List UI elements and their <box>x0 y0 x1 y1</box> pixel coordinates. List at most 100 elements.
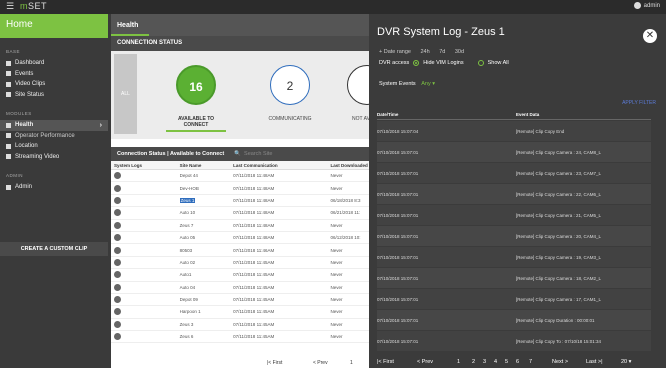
page-3[interactable]: 3 <box>483 359 486 365</box>
prev-page-button[interactable]: < Prev <box>313 360 328 366</box>
log-event: [Remote] Clip Copy End <box>516 128 565 134</box>
log-row[interactable]: 07/10/2018 15:07:01 [Remote] Clip Copy Ca… <box>377 267 651 288</box>
sidebar-item-streaming-video[interactable]: Streaming Video <box>0 152 108 163</box>
info-icon[interactable] <box>114 333 121 341</box>
sidebar-item-video-clips[interactable]: Video Clips <box>0 79 108 90</box>
table-row[interactable]: Auto1 07/11/2018 11:45AM Never <box>111 268 411 282</box>
page-5[interactable]: 5 <box>505 359 508 365</box>
sidebar-item-admin[interactable]: Admin <box>0 182 108 193</box>
table-row[interactable]: Zeus 3 07/11/2018 11:45AM Never <box>111 318 411 332</box>
log-row[interactable]: 07/10/2018 15:07:01 [Remote] Clip Copy Ca… <box>377 183 651 204</box>
apply-filter-button[interactable]: APPLY FILTER <box>622 100 656 106</box>
table-row[interactable]: Harpoon 1 07/11/2018 11:45AM Never <box>111 305 411 319</box>
sidebar-item-health[interactable]: Health › <box>0 120 108 131</box>
page-4[interactable]: 4 <box>494 359 497 365</box>
range-7d[interactable]: 7d <box>439 49 445 55</box>
page-2[interactable]: 2 <box>472 359 475 365</box>
page-6[interactable]: 6 <box>516 359 519 365</box>
log-row[interactable]: 07/10/2018 15:07:01 [Remote] Clip Copy To… <box>377 330 651 351</box>
col-date-time[interactable]: Date/Time <box>377 112 398 117</box>
log-row[interactable]: 07/10/2018 15:07:01 [Remote] Clip Copy Du… <box>377 309 651 330</box>
date-range-button[interactable]: + Date range <box>379 49 411 55</box>
dvr-log-panel: DVR System Log - Zeus 1 ✕ + Date range 2… <box>369 14 666 368</box>
info-icon[interactable] <box>114 172 121 180</box>
col-event-data[interactable]: Event Data <box>516 112 539 117</box>
col-last-communication[interactable]: Last Communication <box>230 161 328 170</box>
info-icon[interactable] <box>114 320 121 328</box>
table-row[interactable]: Zeus 1 07/11/2018 11:48AM 06/18/2018 8:3 <box>111 194 411 208</box>
log-row[interactable]: 07/10/2018 15:07:01 [Remote] Clip Copy Ca… <box>377 288 651 309</box>
log-date: 07/10/2018 15:07:01 <box>377 275 419 281</box>
communicating-count-circle[interactable]: 2 <box>270 65 310 105</box>
info-icon[interactable] <box>114 196 121 204</box>
table-row[interactable]: Zeus 6 07/11/2018 11:45AM Never <box>111 330 411 344</box>
col-system-logs[interactable]: System Logs <box>111 161 177 170</box>
log-row[interactable]: 07/10/2018 15:07:04 [Remote] Clip Copy En… <box>377 120 651 141</box>
last-communication-cell: 07/11/2018 11:46AM <box>230 243 328 257</box>
table-row[interactable]: Auto 10 07/11/2018 11:48AM 06/21/2018 11: <box>111 206 411 220</box>
range-30d[interactable]: 30d <box>455 49 464 55</box>
info-icon[interactable] <box>114 234 121 242</box>
log-event: [Remote] Clip Copy To : 07/10/18 15:01:3… <box>516 338 601 344</box>
next-page-button[interactable]: Next > <box>552 359 568 365</box>
user-name: admin <box>643 3 660 10</box>
info-icon[interactable] <box>114 221 121 229</box>
page-number[interactable]: 1 <box>350 360 353 366</box>
table-row[interactable]: Depot 09 07/11/2018 11:45AM Never <box>111 293 411 307</box>
hide-vim-radio[interactable] <box>413 60 420 66</box>
info-icon[interactable] <box>114 271 121 279</box>
site-name-cell: Harpoon 1 <box>176 305 231 319</box>
log-row[interactable]: 07/10/2018 15:07:01 [Remote] Clip Copy Ca… <box>377 246 651 267</box>
table-row[interactable]: Auto 04 07/11/2018 11:45AM Never <box>111 281 411 294</box>
table-row[interactable]: Zeus 7 07/11/2018 11:48AM Never <box>111 219 411 232</box>
info-icon[interactable] <box>114 258 121 266</box>
user-menu[interactable]: admin <box>633 2 660 10</box>
sidebar-item-location[interactable]: Location <box>0 141 108 152</box>
sidebar-item-dashboard[interactable]: Dashboard <box>0 58 108 69</box>
info-icon[interactable] <box>114 283 121 291</box>
page-7[interactable]: 7 <box>529 359 532 365</box>
page-1[interactable]: 1 <box>457 359 460 365</box>
log-date: 07/10/2018 15:07:01 <box>377 296 419 302</box>
system-events-select[interactable]: Any ▾ <box>421 81 435 87</box>
log-date: 07/10/2018 15:07:01 <box>377 191 419 197</box>
prev-page-button[interactable]: < Prev <box>417 359 433 365</box>
system-log-cell <box>111 330 177 344</box>
log-row[interactable]: 07/10/2018 15:07:01 [Remote] Clip Copy Ca… <box>377 225 651 246</box>
sidebar-home[interactable]: Home <box>0 14 108 38</box>
range-24h[interactable]: 24h <box>420 49 429 55</box>
per-page-select[interactable]: 20 ▾ <box>621 359 631 365</box>
last-page-button[interactable]: Last >| <box>586 359 603 365</box>
log-row[interactable]: 07/10/2018 15:07:01 [Remote] Clip Copy Ca… <box>377 141 651 162</box>
table-row[interactable]: Depot 44 07/11/2018 11:48AM Never <box>111 169 411 183</box>
sidebar-item-events[interactable]: Events <box>0 69 108 80</box>
hamburger-icon[interactable]: ☰ <box>6 1 14 12</box>
col-site-name[interactable]: Site Name <box>176 161 231 170</box>
table-row[interactable]: Dev-HOB 07/11/2018 11:48AM Never <box>111 181 411 195</box>
table-row[interactable]: Auto 05 07/11/2018 11:48AM 06/12/2018 10: <box>111 231 411 245</box>
table-row[interactable]: 80503 07/11/2018 11:46AM Never <box>111 243 411 257</box>
log-row[interactable]: 07/10/2018 15:07:01 [Remote] Clip Copy Ca… <box>377 162 651 183</box>
map-icon <box>6 143 11 149</box>
info-icon[interactable] <box>114 184 121 192</box>
avatar-icon <box>633 2 641 9</box>
close-icon[interactable]: ✕ <box>643 29 657 43</box>
info-icon[interactable] <box>114 296 121 304</box>
sidebar-item-site-status[interactable]: Site Status <box>0 90 108 101</box>
available-count-circle[interactable]: 16 <box>176 65 216 105</box>
last-communication-cell: 07/11/2018 11:45AM <box>230 330 328 344</box>
first-page-button[interactable]: |< First <box>267 360 282 366</box>
create-custom-clip-button[interactable]: CREATE A CUSTOM CLIP <box>0 242 108 256</box>
info-icon[interactable] <box>114 246 121 254</box>
info-icon[interactable] <box>114 308 121 316</box>
log-date: 07/10/2018 15:07:01 <box>377 233 419 239</box>
first-page-button[interactable]: |< First <box>377 359 394 365</box>
show-all-radio[interactable] <box>477 60 484 66</box>
log-row[interactable]: 07/10/2018 15:07:01 [Remote] Clip Copy Ca… <box>377 204 651 225</box>
system-log-cell <box>111 243 177 257</box>
search-input[interactable]: 🔍 Search Site <box>234 151 272 157</box>
info-icon[interactable] <box>114 209 121 217</box>
table-row[interactable]: Auto 02 07/11/2018 11:45AM Never <box>111 256 411 270</box>
sidebar-item-operator-performance[interactable]: Operator Performance <box>0 131 108 142</box>
filter-all[interactable]: ALL <box>114 54 137 134</box>
